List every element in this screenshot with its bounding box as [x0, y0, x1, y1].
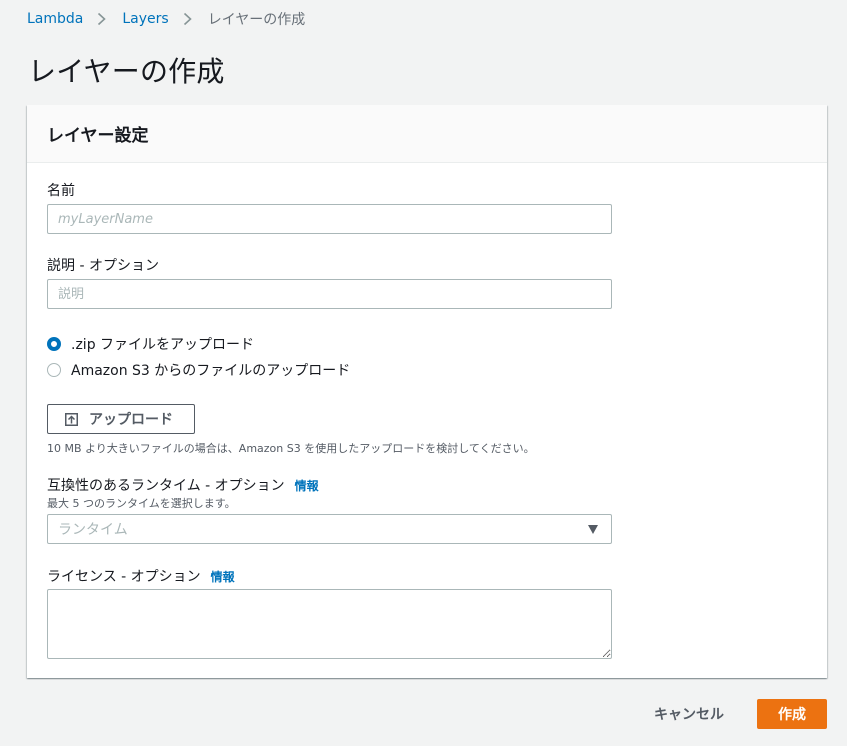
runtimes-info-link[interactable]: 情報 [295, 479, 319, 493]
license-label: ライセンス - オプション 情報 [47, 566, 235, 586]
upload-icon [65, 412, 78, 426]
license-info-link[interactable]: 情報 [211, 570, 235, 584]
radio-upload-s3[interactable]: Amazon S3 からのファイルのアップロード [47, 360, 350, 380]
description-label: 説明 - オプション [47, 258, 159, 274]
layer-settings-panel: レイヤー設定 名前 説明 - オプション .zip ファイルをアップロード Am… [27, 105, 827, 678]
upload-button-label: アップロード [89, 412, 173, 428]
runtimes-label-text: 互換性のあるランタイム - オプション [47, 478, 285, 494]
runtimes-select[interactable]: ランタイム [47, 514, 612, 544]
radio-label: Amazon S3 からのファイルのアップロード [71, 363, 351, 379]
description-input[interactable] [47, 279, 612, 309]
name-input[interactable] [47, 204, 612, 234]
breadcrumb: Lambda Layers レイヤーの作成 [27, 10, 305, 28]
runtimes-placeholder: ランタイム [58, 522, 128, 538]
radio-label: .zip ファイルをアップロード [71, 337, 255, 353]
page-title: レイヤーの作成 [28, 55, 225, 88]
upload-button[interactable]: アップロード [47, 404, 195, 434]
runtimes-label: 互換性のあるランタイム - オプション 情報 [47, 475, 319, 495]
panel-header: レイヤー設定 [27, 105, 827, 163]
breadcrumb-current: レイヤーの作成 [207, 12, 306, 28]
breadcrumb-item-layers[interactable]: Layers [122, 11, 168, 27]
license-textarea[interactable] [47, 589, 612, 659]
panel-title: レイヤー設定 [47, 126, 149, 146]
upload-hint: 10 MB より大きいファイルの場合は、Amazon S3 を使用したアップロー… [47, 442, 535, 455]
name-label: 名前 [47, 183, 75, 199]
license-label-text: ライセンス - オプション [47, 569, 201, 585]
breadcrumb-item-lambda[interactable]: Lambda [27, 11, 83, 27]
runtimes-hint: 最大 5 つのランタイムを選択します。 [47, 497, 236, 510]
radio-button-selected[interactable] [47, 337, 61, 351]
radio-button[interactable] [47, 363, 61, 377]
cancel-button[interactable]: キャンセル [641, 699, 737, 729]
caret-down-icon [588, 525, 598, 534]
radio-upload-zip[interactable]: .zip ファイルをアップロード [47, 334, 254, 354]
create-button[interactable]: 作成 [757, 699, 827, 729]
chevron-right-icon [98, 12, 107, 26]
chevron-right-icon [183, 12, 192, 26]
